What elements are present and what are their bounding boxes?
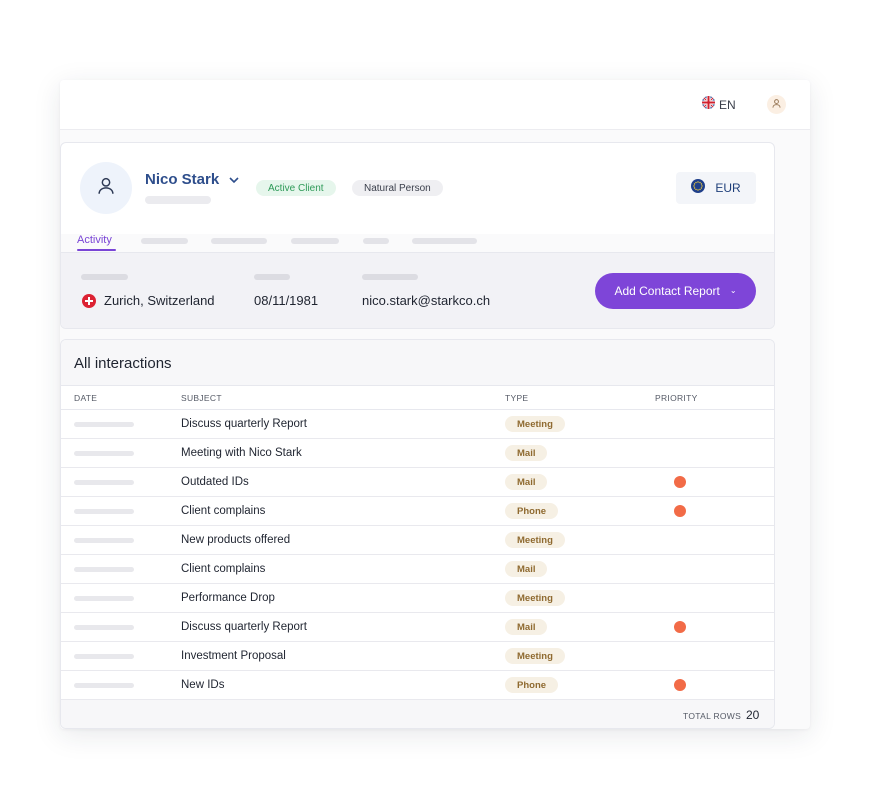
tab-placeholder[interactable] — [211, 238, 267, 244]
row-type-badge: Mail — [505, 445, 548, 461]
row-subject: Performance Drop — [181, 592, 275, 604]
birthdate-label-placeholder — [254, 274, 290, 280]
date-placeholder — [74, 625, 134, 630]
tab-placeholder[interactable] — [412, 238, 477, 244]
tab-placeholder[interactable] — [291, 238, 339, 244]
row-type-badge: Phone — [505, 677, 559, 693]
tab-placeholder[interactable] — [363, 238, 389, 244]
row-type-badge: Mail — [505, 474, 548, 490]
table-row[interactable]: Client complains Phone — [61, 497, 774, 526]
date-placeholder — [74, 683, 134, 688]
row-subject: Client complains — [181, 563, 266, 575]
row-type-badge: Meeting — [505, 416, 565, 432]
client-name[interactable]: Nico Stark — [145, 171, 219, 188]
total-rows-count: 20 — [746, 708, 760, 722]
row-subject: Discuss quarterly Report — [181, 621, 307, 633]
table-row[interactable]: Outdated IDs Mail — [61, 468, 774, 497]
app-window: EN Nico Stark Active Client Natural Pers… — [60, 80, 810, 729]
date-placeholder — [74, 538, 134, 543]
chevron-down-icon[interactable] — [227, 173, 241, 187]
client-email: nico.stark@starkco.ch — [362, 293, 491, 308]
total-rows-label: TOTAL ROWS — [683, 711, 742, 721]
tab-activity[interactable]: Activity — [77, 234, 112, 249]
language-label: EN — [719, 98, 736, 112]
client-details: Zurich, Switzerland 08/11/1981 nico.star… — [61, 252, 774, 328]
date-placeholder — [74, 596, 134, 601]
add-contact-report-label: Add Contact Report — [614, 284, 720, 298]
table-row[interactable]: Discuss quarterly Report Mail — [61, 613, 774, 642]
date-placeholder — [74, 509, 134, 514]
row-subject: Discuss quarterly Report — [181, 418, 307, 430]
interactions-table: All interactions DATE SUBJECT TYPE PRIOR… — [60, 339, 775, 729]
email-label-placeholder — [362, 274, 418, 280]
row-subject: Meeting with Nico Stark — [181, 447, 302, 459]
client-subtitle-placeholder — [145, 196, 211, 204]
row-type-badge: Mail — [505, 619, 548, 635]
user-menu-button[interactable] — [767, 95, 786, 114]
table-row[interactable]: Investment Proposal Meeting — [61, 642, 774, 671]
table-row[interactable]: Performance Drop Meeting — [61, 584, 774, 613]
table-row[interactable]: Discuss quarterly Report Meeting — [61, 410, 774, 439]
column-headers: DATE SUBJECT TYPE PRIORITY — [61, 386, 774, 410]
client-profile-card: Nico Stark Active Client Natural Person — [60, 142, 775, 329]
avatar — [80, 162, 132, 214]
date-placeholder — [74, 422, 134, 427]
top-bar: EN — [60, 80, 810, 130]
uk-flag-icon — [702, 96, 715, 114]
table-header: All interactions — [61, 340, 774, 386]
row-subject: Client complains — [181, 505, 266, 517]
column-header-priority[interactable]: PRIORITY — [655, 393, 698, 403]
swiss-flag-icon — [82, 294, 96, 308]
tab-bar: Activity — [61, 234, 774, 252]
currency-selector[interactable]: EUR — [676, 172, 756, 204]
currency-label: EUR — [715, 181, 741, 195]
client-location: Zurich, Switzerland — [104, 293, 215, 308]
table-row[interactable]: Meeting with Nico Stark Mail — [61, 439, 774, 468]
priority-indicator — [674, 621, 686, 633]
tab-placeholder[interactable] — [141, 238, 188, 244]
date-placeholder — [74, 480, 134, 485]
client-birth-date: 08/11/1981 — [254, 293, 319, 308]
table-row[interactable]: New IDs Phone — [61, 671, 774, 700]
eu-flag-icon — [691, 178, 706, 198]
column-header-date[interactable]: DATE — [74, 393, 97, 403]
date-placeholder — [74, 567, 134, 572]
row-type-badge: Phone — [505, 503, 559, 519]
priority-indicator — [674, 476, 686, 488]
priority-indicator — [674, 505, 686, 517]
user-icon — [95, 175, 117, 202]
location-label-placeholder — [81, 274, 128, 280]
user-icon — [771, 96, 782, 114]
table-footer: TOTAL ROWS 20 — [61, 700, 774, 728]
row-type-badge: Mail — [505, 561, 548, 577]
status-badge: Active Client — [256, 180, 336, 196]
language-switcher[interactable]: EN — [702, 96, 736, 114]
row-subject: Outdated IDs — [181, 476, 249, 488]
date-placeholder — [74, 654, 134, 659]
client-type-badge: Natural Person — [352, 180, 443, 196]
row-subject: New IDs — [181, 679, 225, 691]
column-header-subject[interactable]: SUBJECT — [181, 393, 222, 403]
row-subject: New products offered — [181, 534, 291, 546]
row-type-badge: Meeting — [505, 590, 565, 606]
active-tab-indicator — [77, 249, 116, 251]
row-type-badge: Meeting — [505, 532, 565, 548]
table-row[interactable]: New products offered Meeting — [61, 526, 774, 555]
row-subject: Investment Proposal — [181, 650, 286, 662]
date-placeholder — [74, 451, 134, 456]
table-title: All interactions — [74, 355, 172, 372]
row-type-badge: Meeting — [505, 648, 565, 664]
priority-indicator — [674, 679, 686, 691]
column-header-type[interactable]: TYPE — [505, 393, 528, 403]
table-body: Discuss quarterly Report Meeting Meeting w… — [61, 410, 774, 700]
chevron-down-icon: ⌄ — [729, 286, 737, 295]
table-row[interactable]: Client complains Mail — [61, 555, 774, 584]
add-contact-report-button[interactable]: Add Contact Report ⌄ — [595, 273, 756, 309]
